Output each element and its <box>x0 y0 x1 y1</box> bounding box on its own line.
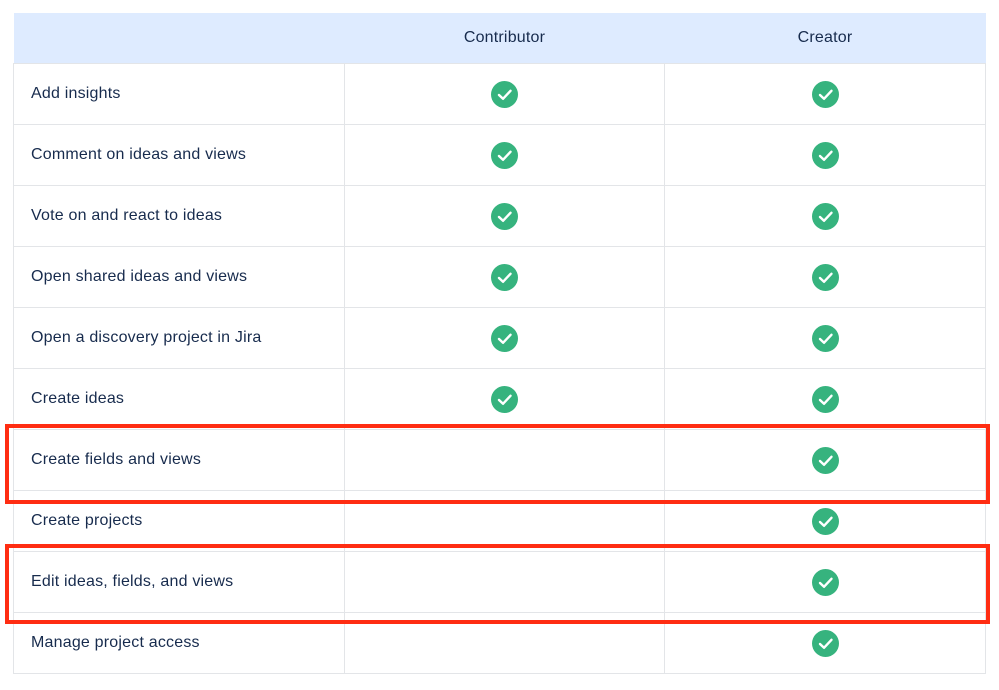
feature-label: Add insights <box>13 63 345 125</box>
check-circle-icon <box>811 507 839 535</box>
check-circle-icon <box>491 324 518 352</box>
permissions-table-container: Contributor Creator Add insights Comment … <box>13 13 986 674</box>
check-circle-icon <box>491 202 518 230</box>
contributor-cell <box>344 429 665 491</box>
check-circle-icon <box>811 263 839 291</box>
feature-label: Open shared ideas and views <box>13 246 345 308</box>
feature-label: Comment on ideas and views <box>13 124 345 186</box>
feature-label: Edit ideas, fields, and views <box>13 551 345 613</box>
header-cell-creator: Creator <box>664 13 986 64</box>
header-cell-contributor: Contributor <box>344 13 665 64</box>
table-body: Add insights Comment on ideas and views Vo… <box>13 63 986 674</box>
check-circle-icon <box>811 629 839 657</box>
check-circle-icon <box>811 446 839 474</box>
creator-cell <box>664 307 986 369</box>
table-row: Create fields and views <box>13 429 986 491</box>
header-row: Contributor Creator <box>13 13 986 64</box>
table-row: Create projects <box>13 490 986 552</box>
check-circle-icon <box>811 568 839 596</box>
check-circle-icon <box>491 385 518 413</box>
creator-cell <box>664 246 986 308</box>
contributor-cell <box>344 368 665 430</box>
check-circle-icon <box>811 202 839 230</box>
contributor-cell <box>344 490 665 552</box>
table-row: Edit ideas, fields, and views <box>13 551 986 613</box>
permissions-table: Contributor Creator Add insights Comment … <box>13 13 986 674</box>
contributor-cell <box>344 551 665 613</box>
table-row: Open shared ideas and views <box>13 246 986 308</box>
feature-label: Manage project access <box>13 612 345 674</box>
feature-label: Create ideas <box>13 368 345 430</box>
feature-label: Create projects <box>13 490 345 552</box>
check-circle-icon <box>491 263 518 291</box>
table-row: Manage project access <box>13 612 986 674</box>
creator-cell <box>664 368 986 430</box>
feature-label: Create fields and views <box>13 429 345 491</box>
check-circle-icon <box>491 80 518 108</box>
creator-cell <box>664 185 986 247</box>
check-circle-icon <box>811 80 839 108</box>
creator-cell <box>664 63 986 125</box>
table-row: Add insights <box>13 63 986 125</box>
check-circle-icon <box>491 141 518 169</box>
contributor-cell <box>344 124 665 186</box>
contributor-cell <box>344 63 665 125</box>
contributor-cell <box>344 185 665 247</box>
table-row: Open a discovery project in Jira <box>13 307 986 369</box>
check-circle-icon <box>811 324 839 352</box>
table-row: Vote on and react to ideas <box>13 185 986 247</box>
contributor-cell <box>344 307 665 369</box>
creator-cell <box>664 490 986 552</box>
creator-cell <box>664 551 986 613</box>
creator-cell <box>664 429 986 491</box>
creator-cell <box>664 612 986 674</box>
check-circle-icon <box>811 385 839 413</box>
feature-label: Open a discovery project in Jira <box>13 307 345 369</box>
table-row: Comment on ideas and views <box>13 124 986 186</box>
contributor-cell <box>344 612 665 674</box>
creator-cell <box>664 124 986 186</box>
feature-label: Vote on and react to ideas <box>13 185 345 247</box>
table-header: Contributor Creator <box>13 13 986 64</box>
table-row: Create ideas <box>13 368 986 430</box>
check-circle-icon <box>811 141 839 169</box>
header-cell-feature <box>13 13 345 64</box>
contributor-cell <box>344 246 665 308</box>
